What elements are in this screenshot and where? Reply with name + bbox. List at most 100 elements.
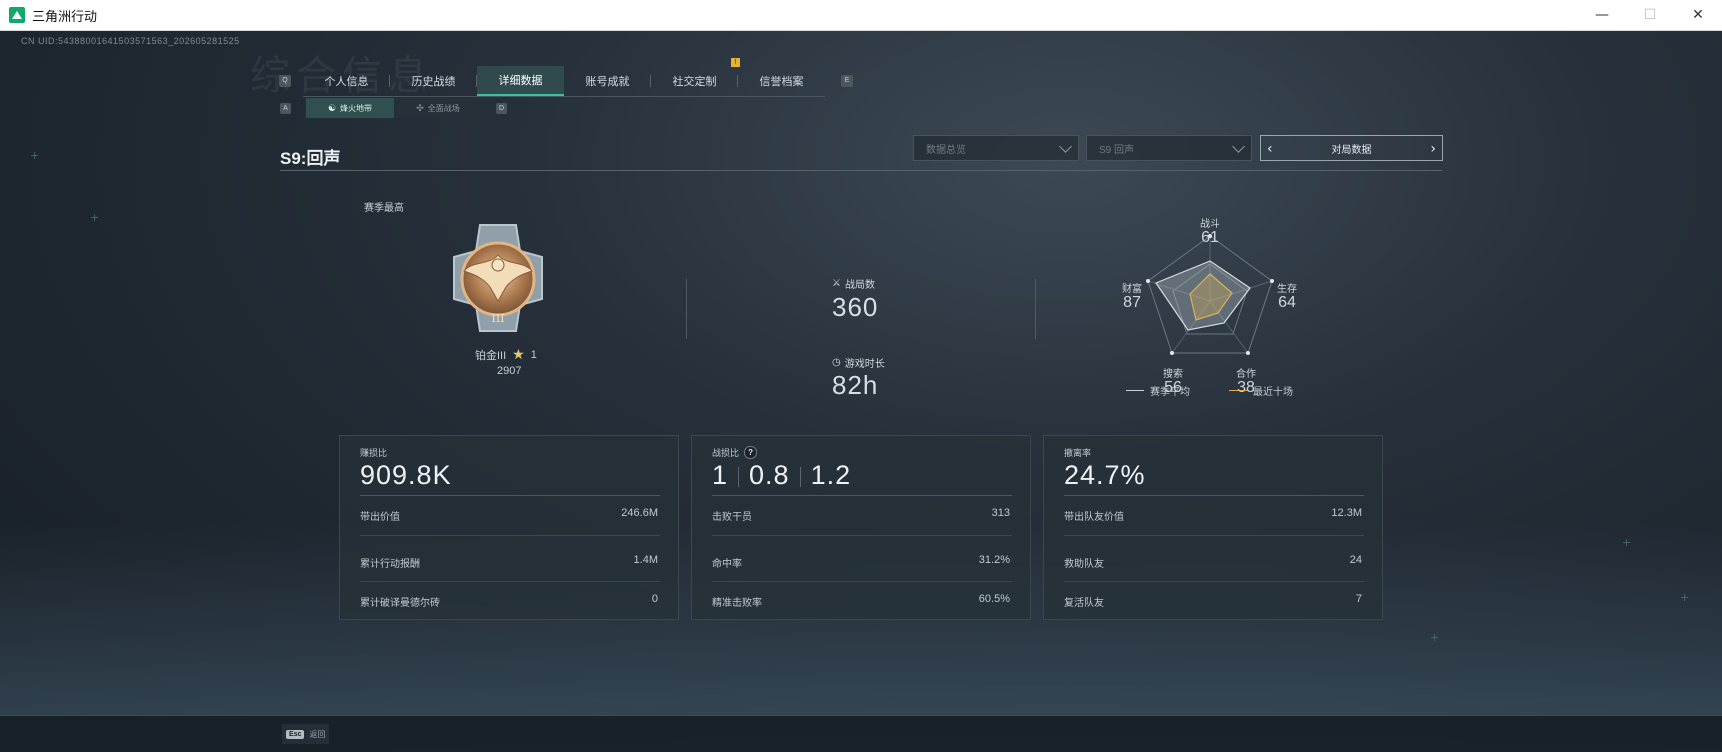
subtab-warfare[interactable]: ✣ 全面战场 <box>394 98 482 118</box>
decor-plus-icon: + <box>30 149 40 162</box>
subtab-next-key[interactable]: D <box>496 103 507 114</box>
profit-ratio-value: 909.8K <box>360 460 452 490</box>
rank-name: 铂金III ★ 1 <box>475 346 537 363</box>
kd-value: 0.8 <box>749 460 790 490</box>
data-overview-select[interactable]: 数据总览 <box>913 135 1079 161</box>
legend-label: 赛季平均 <box>1150 387 1190 398</box>
chevron-right-icon[interactable]: › <box>1430 141 1436 157</box>
card-divider <box>712 495 1012 496</box>
decor-plus-icon: + <box>1430 631 1440 644</box>
row-label: 复活队友 <box>1064 598 1104 609</box>
row-value: 313 <box>991 507 1010 519</box>
app-logo-icon <box>9 7 25 23</box>
maximize-button[interactable]: ☐ <box>1626 0 1674 30</box>
tab-achievements[interactable]: 账号成就 <box>564 66 651 96</box>
tab-reputation[interactable]: 信誉档案 <box>738 66 825 96</box>
row-value: 12.3M <box>1331 507 1362 519</box>
radar-value-survival: 64 <box>1278 294 1296 311</box>
minimize-button[interactable]: — <box>1578 0 1626 30</box>
card-title: 撤离率 <box>1064 448 1092 458</box>
matches-label: ⚔ 战局数 <box>832 276 875 291</box>
tab-profile[interactable]: 个人信息 <box>303 66 390 96</box>
value-separator <box>799 466 801 487</box>
card-divider <box>1064 581 1364 582</box>
card-divider <box>360 581 660 582</box>
row-value: 24 <box>1349 554 1362 566</box>
divider <box>686 279 687 339</box>
radar-label-wealth: 财富 <box>1122 284 1142 295</box>
match-data-label: 对局数据 <box>1331 144 1372 156</box>
tab-detailed-data[interactable]: 详细数据 <box>477 66 564 96</box>
footer-bar: Esc 返回 <box>0 715 1722 752</box>
card-title-text: 战损比 <box>712 448 740 458</box>
row-value: 246.6M <box>621 507 658 519</box>
card-divider <box>1064 535 1364 536</box>
radar-label-teamwork: 合作 <box>1236 369 1256 380</box>
decor-plus-icon: + <box>1680 591 1690 604</box>
card-title: 赚损比 <box>360 448 388 458</box>
legend-recent-ten: 最近十场 <box>1229 383 1293 398</box>
card-divider <box>360 495 660 496</box>
row-value: 1.4M <box>633 554 658 566</box>
rank-medal-icon: III <box>453 224 543 332</box>
radar-value-combat: 61 <box>1201 229 1219 246</box>
radar-label-survival: 生存 <box>1277 284 1297 295</box>
legend-season-average: 赛季平均 <box>1126 383 1190 398</box>
tab-label: 社交定制 <box>672 76 717 88</box>
radar-label-combat: 战斗 <box>1200 219 1220 230</box>
legend-line <box>1229 390 1247 391</box>
mode-icon: ✣ <box>416 102 424 113</box>
card-divider <box>712 535 1012 536</box>
row-value: 31.2% <box>978 554 1010 566</box>
help-icon[interactable]: ? <box>744 446 758 459</box>
header-divider <box>280 170 1442 171</box>
row-label: 击败干员 <box>712 512 752 523</box>
row-label: 累计行动报酬 <box>360 559 420 570</box>
back-button[interactable]: Esc 返回 <box>282 724 330 744</box>
tab-label: 详细数据 <box>498 75 543 87</box>
clock-icon: ◷ <box>832 357 841 368</box>
tab-social[interactable]: 社交定制 <box>651 66 738 96</box>
decor-plus-icon: + <box>1622 536 1632 549</box>
matches-value: 360 <box>832 292 879 322</box>
match-data-switcher[interactable]: ‹ 对局数据 › <box>1260 135 1443 161</box>
divider <box>1035 279 1036 339</box>
subtab-operations[interactable]: ☯ 烽火地带 <box>306 98 394 118</box>
season-title: S9:回声 <box>280 149 341 168</box>
card-divider <box>712 581 1012 582</box>
value-separator <box>738 466 740 487</box>
tab-next-key[interactable]: E <box>841 75 853 87</box>
row-label: 带出队友价值 <box>1064 512 1124 523</box>
playtime-label: ◷ 游戏时长 <box>832 355 885 370</box>
row-value: 60.5% <box>978 593 1010 605</box>
playtime-value: 82h <box>832 370 879 400</box>
season-select[interactable]: S9 回声 <box>1086 135 1252 161</box>
notification-badge: ! <box>731 58 740 67</box>
chevron-down-icon <box>1232 140 1245 153</box>
subtab-prev-key[interactable]: A <box>280 103 291 114</box>
select-value: S9 回声 <box>1099 144 1135 156</box>
matches-label-text: 战局数 <box>844 280 875 291</box>
legend-label: 最近十场 <box>1253 387 1293 398</box>
kd-ratio-values: 1 0.8 1.2 <box>712 460 851 491</box>
main-tabs: 个人信息 历史战绩 详细数据 账号成就 社交定制 信誉档案 ! <box>303 58 825 97</box>
radar-label-search: 搜索 <box>1163 369 1183 380</box>
row-label: 累计破译曼德尔砖 <box>360 598 440 609</box>
card-divider <box>360 535 660 536</box>
rank-stars: 1 <box>530 348 537 361</box>
chevron-left-icon[interactable]: ‹ <box>1267 141 1273 157</box>
close-button[interactable]: ✕ <box>1674 0 1722 30</box>
extraction-rate-card: 撤离率 24.7% 带出队友价值 12.3M 救助队友 24 复活队友 7 <box>1043 435 1383 620</box>
tab-prev-key[interactable]: Q <box>279 75 291 87</box>
mode-subtabs: ☯ 烽火地带 ✣ 全面战场 <box>306 98 482 118</box>
row-label: 精准击败率 <box>712 598 762 609</box>
crossed-swords-icon: ⚔ <box>832 278 841 289</box>
playtime-label-text: 游戏时长 <box>844 359 885 370</box>
tab-label: 个人信息 <box>324 76 369 88</box>
tab-history[interactable]: 历史战绩 <box>390 66 477 96</box>
card-title: 战损比 ? <box>712 446 758 459</box>
profit-ratio-card: 赚损比 909.8K 带出价值 246.6M 累计行动报酬 1.4M 累计破译曼… <box>339 435 679 620</box>
row-label: 命中率 <box>712 559 742 570</box>
radar-value-wealth: 87 <box>1123 294 1141 311</box>
tab-label: 历史战绩 <box>411 76 456 88</box>
